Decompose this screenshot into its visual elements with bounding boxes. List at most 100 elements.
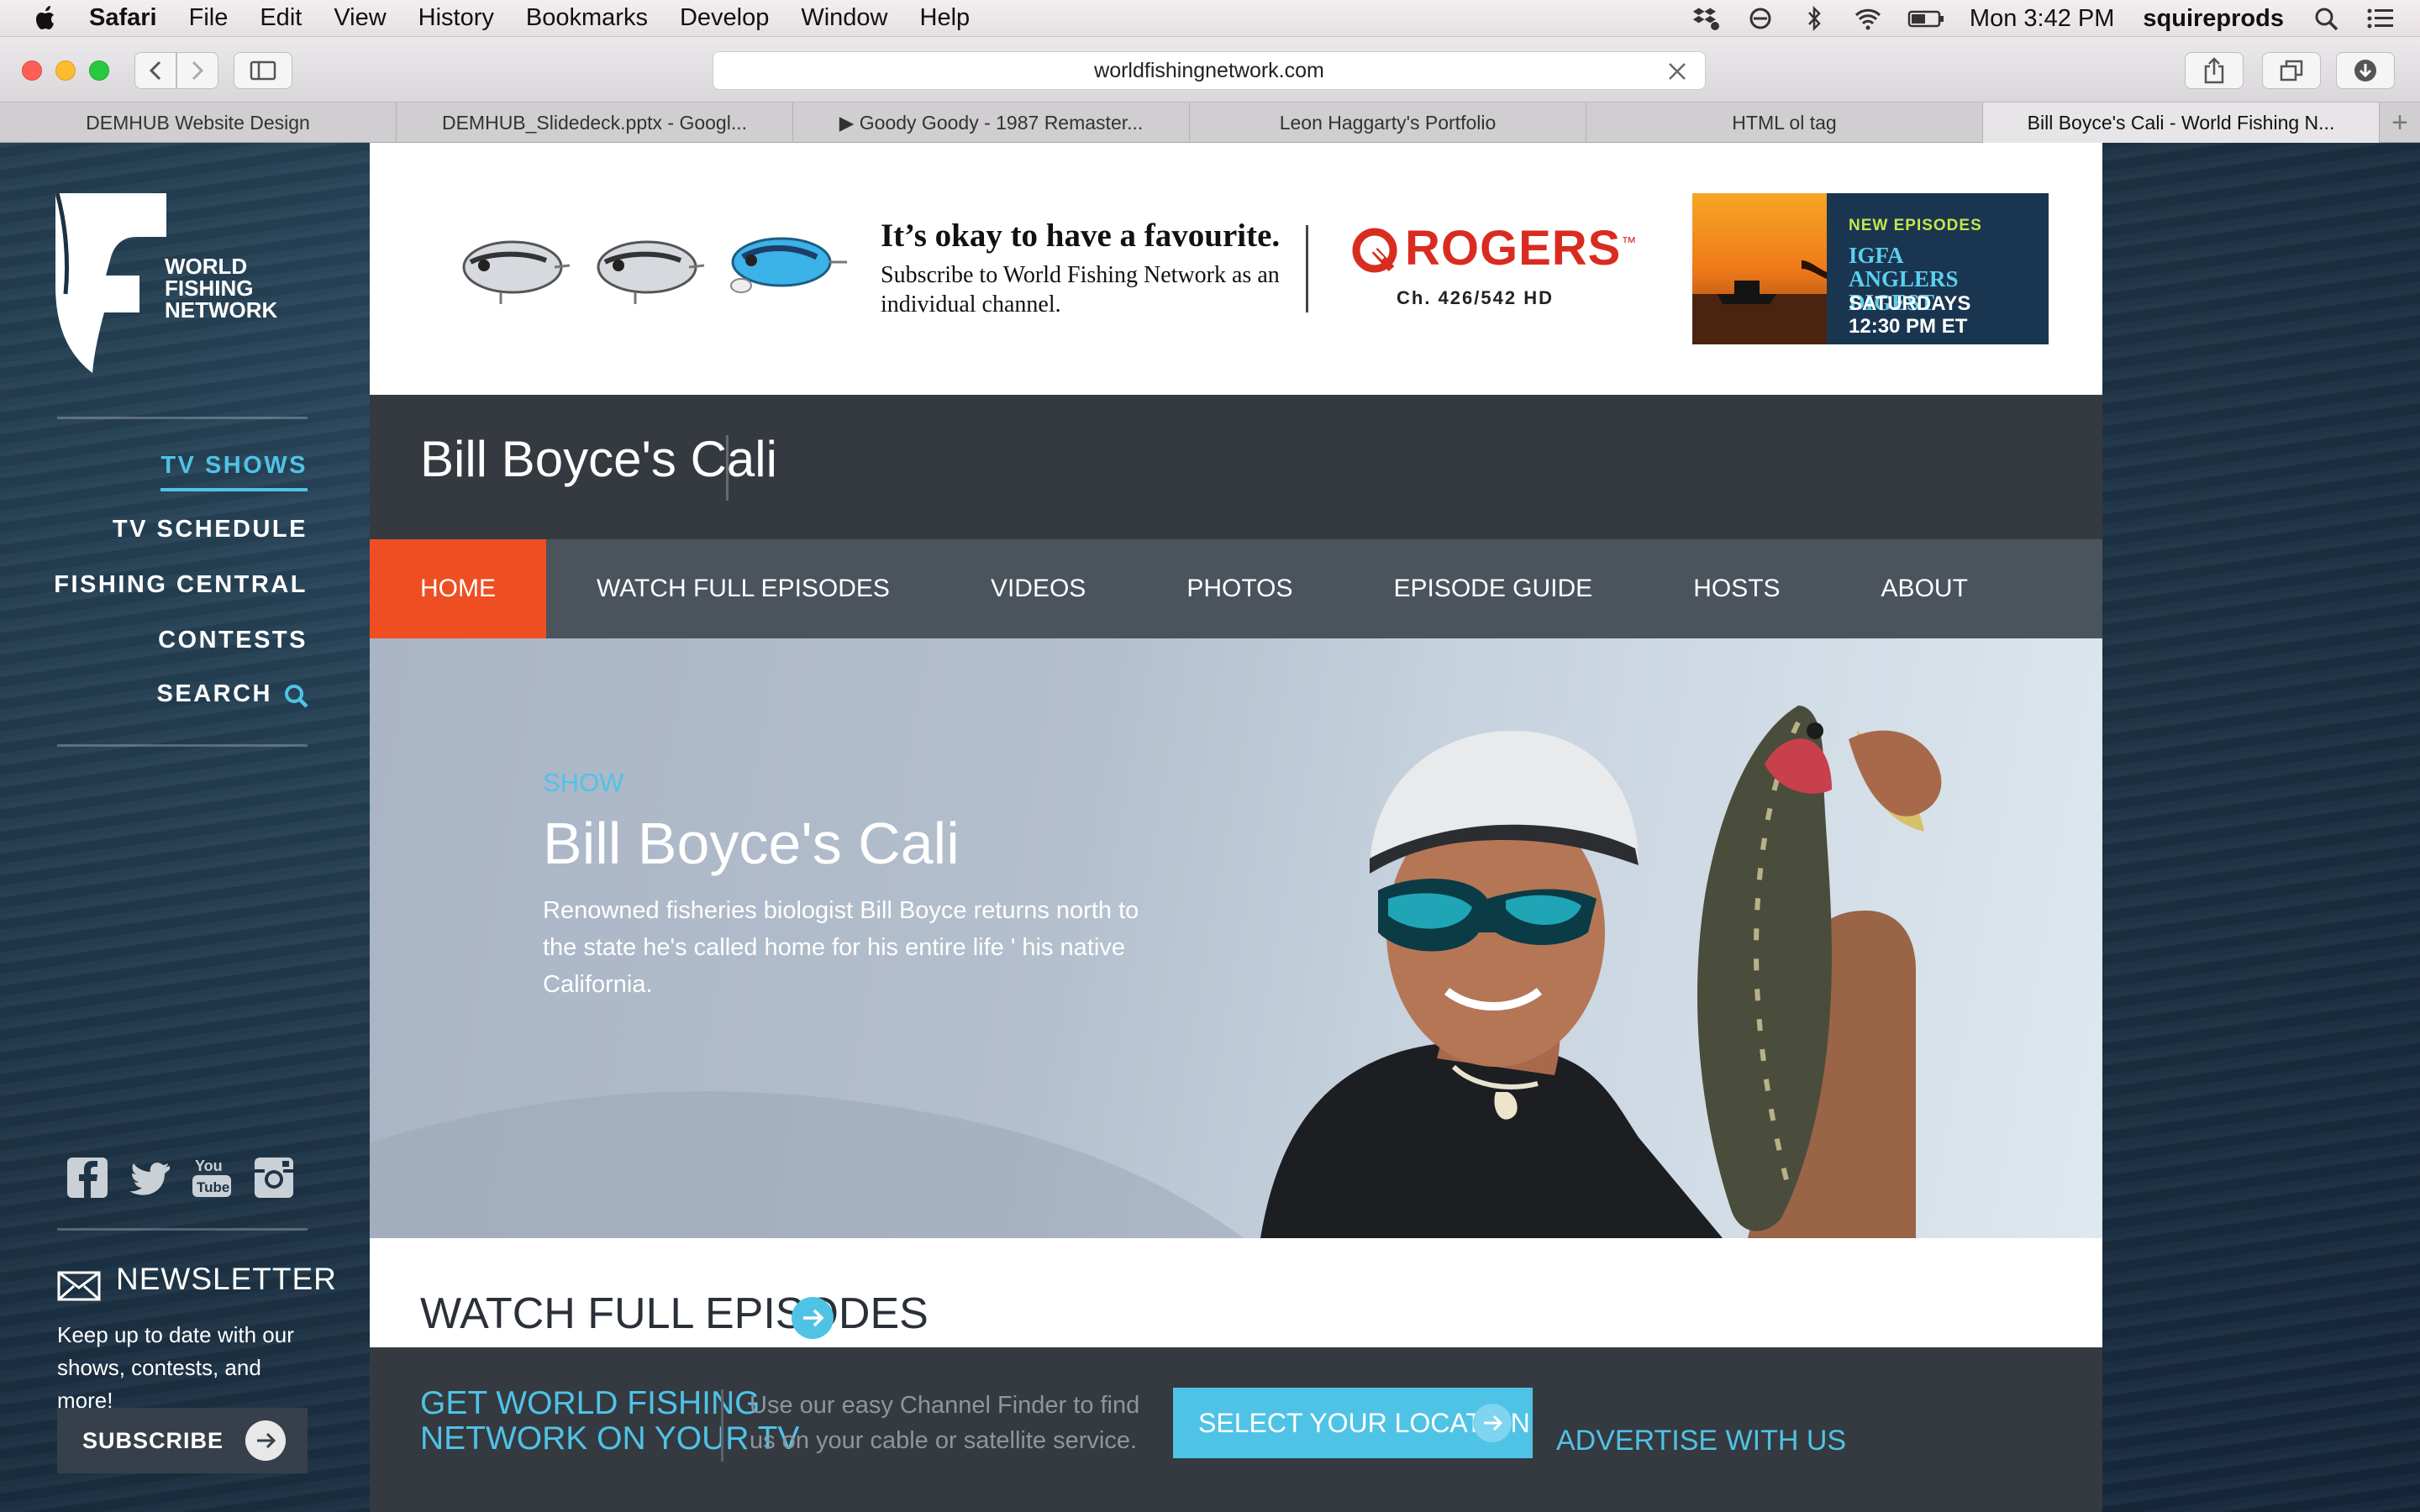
browser-tab-active[interactable]: Bill Boyce's Cali - World Fishing N...	[1983, 102, 2380, 143]
nav-search[interactable]: SEARCH	[157, 680, 272, 708]
close-icon[interactable]	[1666, 60, 1688, 82]
tab-overview-button[interactable]	[2262, 52, 2321, 89]
nav-contests[interactable]: CONTESTS	[158, 627, 308, 654]
wfn-logo[interactable]: WORLD FISHING NETWORK	[55, 193, 282, 374]
browser-toolbar: worldfishingnetwork.com	[0, 37, 2420, 102]
promo-igfa: IGFA	[1849, 243, 1904, 268]
dropbox-icon[interactable]	[1692, 6, 1721, 31]
promo-new-episodes: NEW EPISODES	[1849, 217, 1982, 234]
address-bar[interactable]: worldfishingnetwork.com	[713, 51, 1706, 90]
menu-history[interactable]: History	[418, 4, 494, 32]
rogers-logo-icon	[1352, 228, 1397, 273]
browser-tab[interactable]: Leon Haggarty's Portfolio	[1190, 102, 1586, 143]
nav-tv-schedule[interactable]: TV SCHEDULE	[113, 516, 308, 543]
mac-menu-bar: Safari File Edit View History Bookmarks …	[0, 0, 2420, 37]
sidebar-toggle-button[interactable]	[234, 52, 292, 89]
subscribe-button[interactable]: SUBSCRIBE	[57, 1408, 308, 1473]
show-nav-about[interactable]: ABOUT	[1831, 539, 2018, 638]
logo-text-network: NETWORK	[165, 297, 278, 323]
get-wfn-line2: NETWORK ON YOUR TV	[420, 1420, 800, 1457]
twitter-icon[interactable]	[129, 1154, 173, 1201]
menu-app-name[interactable]: Safari	[89, 4, 157, 32]
zoom-window-button[interactable]	[89, 60, 109, 81]
menu-bookmarks[interactable]: Bookmarks	[526, 4, 648, 32]
browser-tab[interactable]: DEMHUB Website Design	[0, 102, 397, 143]
new-tab-button[interactable]: +	[2380, 102, 2420, 143]
arrow-right-icon[interactable]	[792, 1297, 834, 1339]
sync-icon[interactable]	[1746, 6, 1775, 31]
arrow-right-icon	[1473, 1404, 1512, 1442]
divider	[726, 435, 729, 501]
promo-day: SATURDAYS	[1849, 292, 1971, 315]
arrow-right-icon	[245, 1420, 286, 1461]
promo-igfa-anglers-digest[interactable]: NEW EPISODES IGFA ANGLERS DIGEST SATURDAY…	[1692, 193, 2049, 344]
ad-banner[interactable]: It’s okay to have a favourite. Subscribe…	[370, 143, 2102, 395]
sidebar-icon	[250, 60, 276, 81]
show-nav-home[interactable]: HOME	[370, 539, 546, 638]
show-nav-photos[interactable]: PHOTOS	[1136, 539, 1343, 638]
youtube-icon[interactable]: You Tube	[190, 1154, 234, 1201]
show-nav-watch-full-episodes[interactable]: WATCH FULL EPISODES	[546, 539, 940, 638]
share-icon	[2204, 57, 2224, 84]
browser-tab[interactable]: DEMHUB_Slidedeck.pptx - Googl...	[397, 102, 793, 143]
apple-logo-icon[interactable]	[32, 4, 60, 33]
site-sidebar: WORLD FISHING NETWORK TV SHOWS TV SCHEDU…	[0, 143, 370, 1512]
menu-view[interactable]: View	[334, 4, 386, 32]
trademark-mark: ™	[1621, 234, 1638, 251]
advertise-link[interactable]: ADVERTISE WITH US	[1556, 1425, 1846, 1457]
bluetooth-icon[interactable]	[1800, 6, 1828, 31]
sunset-boat-image	[1692, 193, 1827, 344]
menu-window[interactable]: Window	[801, 4, 887, 32]
tab-bar: DEMHUB Website Design DEMHUB_Slidedeck.p…	[0, 102, 2420, 143]
select-location-button[interactable]: SELECT YOUR LOCATION	[1173, 1388, 1533, 1458]
nav-fishing-central[interactable]: FISHING CENTRAL	[54, 571, 308, 599]
battery-icon[interactable]	[1907, 6, 1944, 31]
promo-time: 12:30 PM ET	[1849, 315, 1968, 338]
main-content: It’s okay to have a favourite. Subscribe…	[370, 143, 2102, 1512]
ad-channel: Ch. 426/542 HD	[1397, 287, 1554, 308]
hero-label: SHOW	[543, 768, 624, 797]
facebook-icon[interactable]	[66, 1154, 109, 1201]
url-text: worldfishingnetwork.com	[1094, 58, 1324, 82]
show-nav-hosts[interactable]: HOSTS	[1643, 539, 1830, 638]
show-header: Bill Boyce's Cali	[370, 395, 2102, 539]
subscribe-label: SUBSCRIBE	[82, 1427, 224, 1453]
chevron-right-icon	[192, 60, 204, 81]
menubar-user[interactable]: squireprods	[2143, 5, 2284, 33]
menu-edit[interactable]: Edit	[260, 4, 302, 32]
forward-button[interactable]	[176, 52, 218, 89]
show-nav-episode-guide[interactable]: EPISODE GUIDE	[1343, 539, 1643, 638]
minimize-window-button[interactable]	[55, 60, 76, 81]
channel-finder-bar: GET WORLD FISHING NETWORK ON YOUR TV Use…	[370, 1347, 2102, 1512]
menu-help[interactable]: Help	[920, 4, 971, 32]
show-nav: HOME WATCH FULL EPISODES VIDEOS PHOTOS E…	[370, 539, 2102, 638]
back-button[interactable]	[134, 52, 176, 89]
browser-tab[interactable]: ▶ Goody Goody - 1987 Remaster...	[793, 102, 1190, 143]
divider	[721, 1389, 723, 1462]
chevron-left-icon	[149, 60, 161, 81]
ad-headline: It’s okay to have a favourite.	[881, 218, 1281, 254]
menubar-clock[interactable]: Mon 3:42 PM	[1970, 5, 2114, 33]
downloads-button[interactable]	[2336, 52, 2395, 89]
browser-tab[interactable]: HTML ol tag	[1586, 102, 1983, 143]
brand-text: ROGERS	[1405, 221, 1622, 276]
fishing-lures-image	[462, 237, 847, 304]
menu-file[interactable]: File	[189, 4, 229, 32]
svg-text:Tube: Tube	[197, 1179, 229, 1195]
watch-full-episodes-section: WATCH FULL EPISODES	[370, 1238, 2102, 1347]
nav-tv-shows[interactable]: TV SHOWS	[160, 452, 308, 491]
divider	[1306, 225, 1308, 312]
spotlight-search-icon[interactable]	[2312, 6, 2341, 31]
search-icon[interactable]	[284, 684, 309, 709]
close-window-button[interactable]	[22, 60, 42, 81]
instagram-icon[interactable]	[252, 1154, 296, 1201]
newsletter-text: Keep up to date with our shows, contests…	[57, 1322, 294, 1413]
wifi-icon[interactable]	[1854, 6, 1882, 31]
show-nav-videos[interactable]: VIDEOS	[940, 539, 1136, 638]
divider	[57, 1228, 308, 1231]
web-page: WORLD FISHING NETWORK TV SHOWS TV SCHEDU…	[0, 143, 2420, 1512]
menu-develop[interactable]: Develop	[680, 4, 769, 32]
section-title[interactable]: WATCH FULL EPISODES	[420, 1289, 929, 1339]
share-button[interactable]	[2185, 52, 2244, 89]
notification-center-icon[interactable]	[2366, 6, 2395, 31]
